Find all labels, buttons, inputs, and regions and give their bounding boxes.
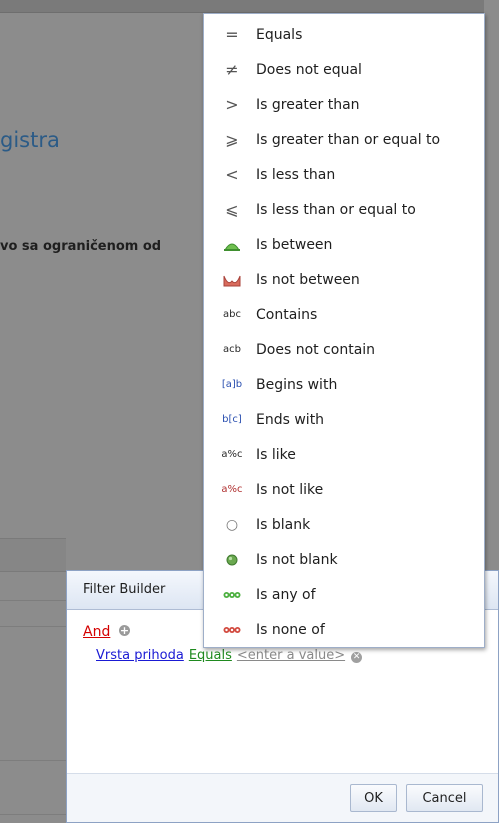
add-condition-icon[interactable]: +	[119, 625, 130, 636]
menu-item-label: Contains	[256, 306, 318, 323]
remove-condition-icon[interactable]: ✕	[351, 652, 363, 663]
page-title: gistra	[0, 128, 60, 152]
cancel-button[interactable]: Cancel	[406, 784, 483, 812]
menu-item-is-greater-than[interactable]: > Is greater than	[204, 87, 484, 122]
is-like-icon: a%c	[221, 449, 243, 460]
menu-item-is-less-than[interactable]: < Is less than	[204, 157, 484, 192]
menu-item-contains[interactable]: abc Contains	[204, 297, 484, 332]
condition-value-link[interactable]: <enter a value>	[237, 648, 345, 663]
menu-item-is-greater-or-equal[interactable]: ⩾ Is greater than or equal to	[204, 122, 484, 157]
greater-equal-icon: ⩾	[225, 130, 239, 149]
menu-item-label: Begins with	[256, 376, 338, 393]
equals-icon: =	[225, 25, 239, 44]
menu-item-is-not-between[interactable]: Is not between	[204, 262, 484, 297]
menu-item-label: Is not like	[256, 481, 324, 498]
is-not-like-icon: a%c	[221, 484, 243, 495]
menu-item-label: Is blank	[256, 516, 311, 533]
divider	[0, 626, 66, 627]
is-not-blank-icon	[220, 550, 244, 570]
grid-header-band	[0, 538, 66, 572]
begins-with-icon: [a]b	[221, 379, 243, 390]
less-than-icon: <	[225, 165, 239, 184]
menu-item-begins-with[interactable]: [a]b Begins with	[204, 367, 484, 402]
menu-item-label: Ends with	[256, 411, 325, 428]
does-not-contain-icon: acb	[223, 344, 241, 355]
menu-item-does-not-contain[interactable]: acb Does not contain	[204, 332, 484, 367]
menu-item-is-none-of[interactable]: Is none of	[204, 612, 484, 647]
menu-item-label: Is any of	[256, 586, 316, 603]
condition-operator-link[interactable]: Equals	[189, 648, 232, 663]
menu-item-label: Is none of	[256, 621, 325, 638]
menu-item-is-between[interactable]: Is between	[204, 227, 484, 262]
ok-button[interactable]: OK	[350, 784, 397, 812]
greater-than-icon: >	[225, 95, 239, 114]
menu-item-label: Is less than or equal to	[256, 201, 416, 218]
menu-item-is-less-or-equal[interactable]: ⩽ Is less than or equal to	[204, 192, 484, 227]
condition-field-link[interactable]: Vrsta prihoda	[96, 648, 184, 663]
menu-item-ends-with[interactable]: b[c] Ends with	[204, 402, 484, 437]
is-none-of-icon	[220, 620, 244, 640]
between-icon	[220, 235, 244, 255]
ends-with-icon: b[c]	[222, 414, 242, 425]
menu-item-label: Does not equal	[256, 61, 362, 78]
top-bar	[0, 0, 499, 13]
menu-item-is-blank[interactable]: ○ Is blank	[204, 507, 484, 542]
menu-item-label: Is greater than	[256, 96, 360, 113]
menu-item-is-any-of[interactable]: Is any of	[204, 577, 484, 612]
menu-item-label: Is not blank	[256, 551, 338, 568]
menu-item-is-not-like[interactable]: a%c Is not like	[204, 472, 484, 507]
menu-item-label: Equals	[256, 26, 303, 43]
dialog-footer: OK Cancel	[67, 773, 498, 822]
menu-item-label: Does not contain	[256, 341, 376, 358]
menu-item-is-not-blank[interactable]: Is not blank	[204, 542, 484, 577]
menu-item-label: Is like	[256, 446, 296, 463]
menu-item-does-not-equal[interactable]: ≠ Does not equal	[204, 52, 484, 87]
is-blank-icon: ○	[225, 516, 239, 533]
not-equal-icon: ≠	[225, 60, 239, 79]
menu-item-label: Is between	[256, 236, 333, 253]
divider	[0, 814, 66, 815]
menu-item-equals[interactable]: = Equals	[204, 17, 484, 52]
is-any-of-icon	[220, 585, 244, 605]
menu-item-label: Is not between	[256, 271, 360, 288]
menu-item-is-like[interactable]: a%c Is like	[204, 437, 484, 472]
filter-condition-row: Vrsta prihoda Equals <enter a value> ✕	[96, 648, 363, 663]
divider	[0, 600, 66, 601]
less-equal-icon: ⩽	[225, 200, 239, 219]
divider	[0, 760, 66, 761]
menu-item-label: Is less than	[256, 166, 336, 183]
page-description: vo sa ograničenom od	[0, 239, 162, 254]
group-operator-link[interactable]: And	[83, 624, 110, 640]
dialog-title: Filter Builder	[83, 582, 166, 597]
contains-icon: abc	[223, 309, 241, 320]
not-between-icon	[220, 270, 244, 290]
menu-item-label: Is greater than or equal to	[256, 131, 441, 148]
operator-dropdown-menu: = Equals ≠ Does not equal > Is greater t…	[203, 13, 485, 648]
